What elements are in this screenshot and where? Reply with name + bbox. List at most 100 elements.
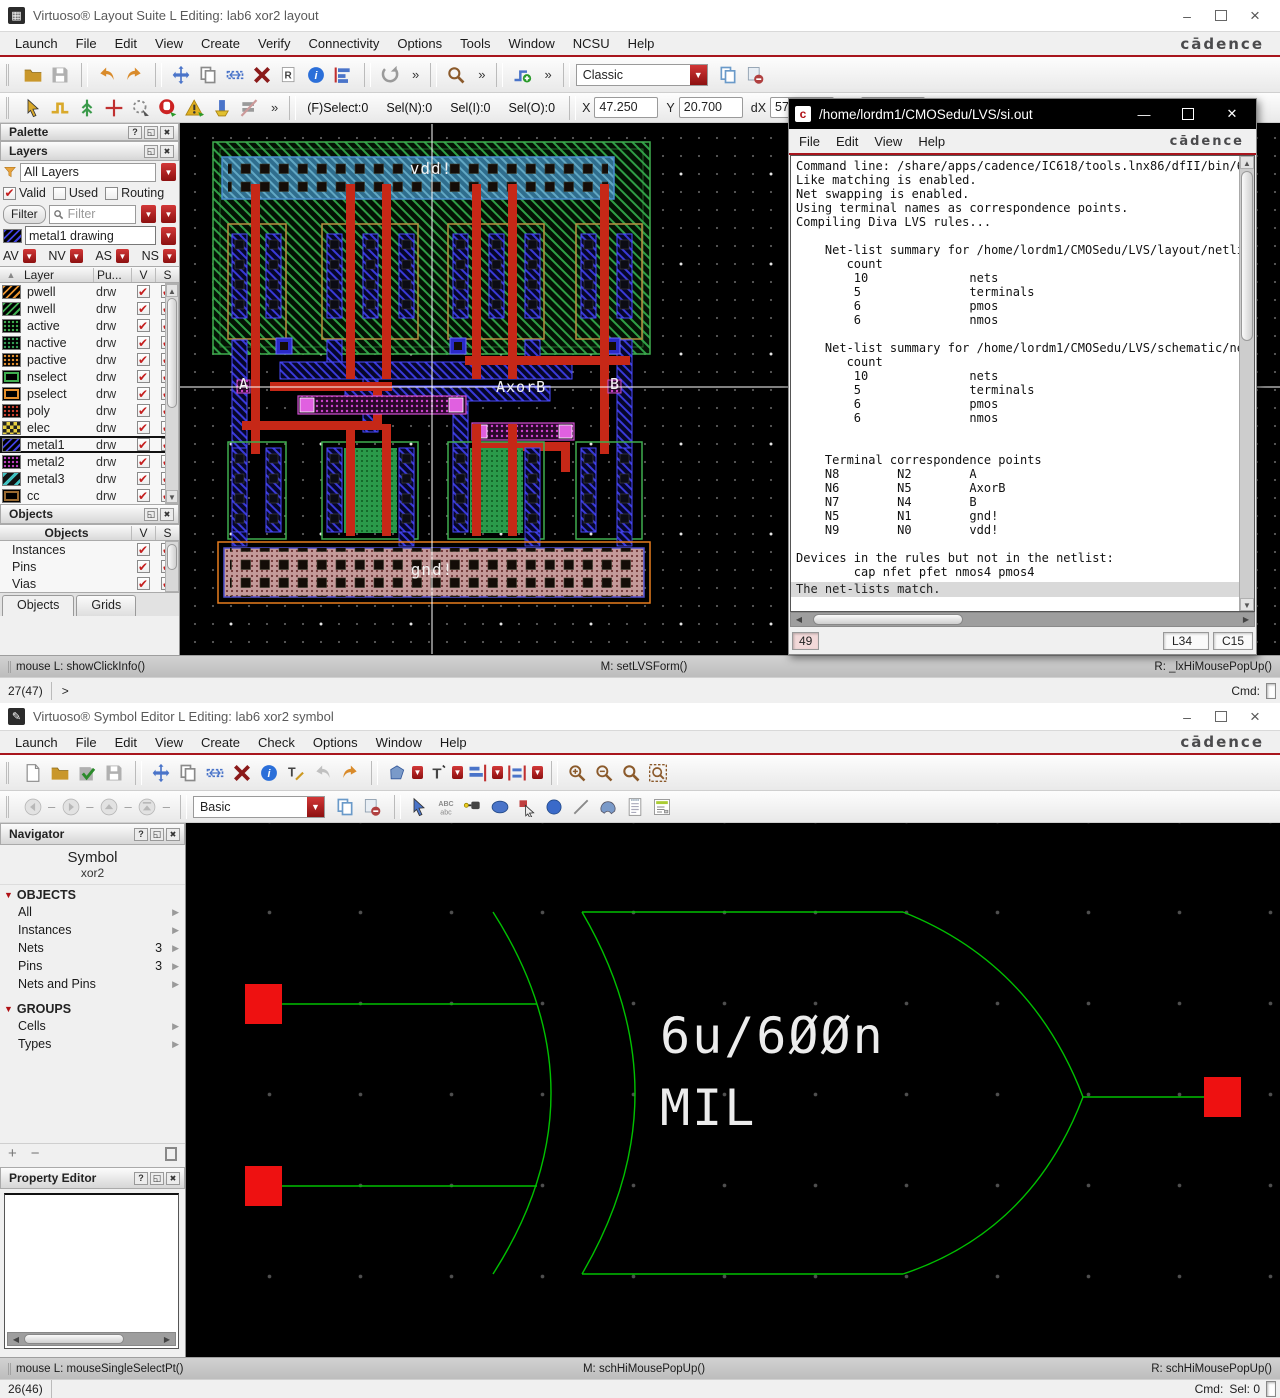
expand-icon[interactable]: [172, 979, 179, 990]
filter-search-input[interactable]: Filter: [49, 205, 136, 224]
layer-visible-checkbox[interactable]: [137, 489, 150, 502]
create-route-icon[interactable]: [508, 61, 535, 88]
close-panel-icon[interactable]: [160, 508, 174, 521]
minimize-button[interactable]: [1126, 102, 1162, 126]
combo-dropdown-icon[interactable]: [307, 797, 324, 817]
palette-header[interactable]: Palette: [0, 123, 179, 141]
layer-row[interactable]: pwell drw: [0, 283, 179, 300]
layer-row[interactable]: metal3 drw: [0, 470, 179, 487]
scroll-down-icon[interactable]: ▼: [1240, 598, 1254, 611]
text-tool-icon[interactable]: [423, 759, 450, 786]
arc-icon[interactable]: [595, 793, 622, 820]
menu-item[interactable]: Tools: [451, 34, 499, 53]
lvs-text-area[interactable]: Command line: /share/apps/cadence/IC618/…: [790, 155, 1255, 612]
expand-icon[interactable]: [172, 943, 179, 954]
close-panel-icon[interactable]: [166, 828, 180, 841]
pin-icon[interactable]: [460, 793, 487, 820]
circle-icon[interactable]: [541, 793, 568, 820]
zoom-tool-icon[interactable]: [442, 61, 469, 88]
filter-button[interactable]: Filter: [3, 205, 46, 224]
partial-select-icon[interactable]: [19, 94, 46, 121]
nav-top-icon[interactable]: [134, 793, 161, 820]
toolbar-grip[interactable]: [6, 64, 12, 86]
origin-icon[interactable]: [100, 94, 127, 121]
dropdown-icon[interactable]: [161, 205, 176, 223]
scroll-down-icon[interactable]: ▼: [166, 490, 178, 503]
stop-icon[interactable]: [154, 94, 181, 121]
toolbar-overflow-icon[interactable]: [265, 100, 284, 115]
info-icon[interactable]: [302, 61, 329, 88]
menu-item[interactable]: Help: [431, 733, 476, 752]
note-icon[interactable]: [622, 793, 649, 820]
zoom-in-icon[interactable]: [563, 759, 590, 786]
move-icon[interactable]: [167, 61, 194, 88]
scroll-up-icon[interactable]: ▲: [166, 284, 178, 297]
stretch-icon[interactable]: [201, 759, 228, 786]
scroll-right-icon[interactable]: ▶: [1238, 613, 1254, 626]
properties-icon[interactable]: [275, 61, 302, 88]
layer-row[interactable]: nwell drw: [0, 300, 179, 317]
move-icon[interactable]: [147, 759, 174, 786]
menu-item[interactable]: Edit: [106, 733, 146, 752]
navigator-item[interactable]: Nets and Pins: [0, 975, 185, 993]
navigator-header[interactable]: Navigator: [0, 823, 185, 845]
abc-case-icon[interactable]: [433, 793, 460, 820]
navigator-item[interactable]: Nets 3: [0, 939, 185, 957]
layer-row[interactable]: cc drw: [0, 487, 179, 504]
menu-item[interactable]: Edit: [828, 133, 866, 150]
layer-visible-checkbox[interactable]: [137, 336, 150, 349]
redo-icon[interactable]: [336, 759, 363, 786]
menu-item[interactable]: Launch: [6, 733, 67, 752]
expand-icon[interactable]: [172, 907, 179, 918]
float-panel-icon[interactable]: [144, 508, 158, 521]
info-icon[interactable]: [255, 759, 282, 786]
menu-item[interactable]: Options: [388, 34, 451, 53]
layer-visible-checkbox[interactable]: [137, 455, 150, 468]
toolbar-overflow-icon[interactable]: [472, 67, 491, 82]
dropdown-icon[interactable]: [23, 249, 36, 263]
maximize-button[interactable]: [1204, 706, 1238, 728]
wire-route-icon[interactable]: [46, 94, 73, 121]
workspace-combo[interactable]: Classic: [576, 64, 708, 86]
layer-row[interactable]: metal2 drw: [0, 453, 179, 470]
align-icon[interactable]: [329, 61, 356, 88]
scroll-right-icon[interactable]: ▶: [159, 1333, 175, 1346]
cli-prompt[interactable]: >: [52, 684, 79, 698]
label-icon[interactable]: [282, 759, 309, 786]
lvs-horizontal-scrollbar[interactable]: ◀ ▶: [790, 612, 1255, 627]
layer-visible-checkbox[interactable]: [137, 421, 150, 434]
dropdown-icon[interactable]: [116, 249, 129, 263]
snap-mode-combo[interactable]: Basic: [193, 796, 325, 818]
layer-mode-button[interactable]: NV: [48, 249, 65, 263]
cmd-input[interactable]: [1266, 1381, 1276, 1397]
menu-item[interactable]: Options: [304, 733, 367, 752]
scroll-left-icon[interactable]: ◀: [791, 613, 807, 626]
nav-forward-icon[interactable]: [57, 793, 84, 820]
menu-item[interactable]: Verify: [249, 34, 300, 53]
layer-row[interactable]: pselect drw: [0, 385, 179, 402]
expand-icon[interactable]: [172, 1021, 179, 1032]
layer-row[interactable]: metal1 drw: [0, 436, 179, 453]
combo-dropdown-icon[interactable]: [690, 65, 707, 85]
delete-view-icon[interactable]: [359, 793, 386, 820]
menu-item[interactable]: Help: [910, 133, 953, 150]
layer-row[interactable]: pactive drw: [0, 351, 179, 368]
objects-section-header[interactable]: OBJECTS: [0, 885, 185, 903]
navigator-item[interactable]: Cells: [0, 1017, 185, 1035]
layer-row[interactable]: nselect drw: [0, 368, 179, 385]
menu-item[interactable]: View: [146, 34, 192, 53]
menu-item[interactable]: Create: [192, 34, 249, 53]
dropdown-icon[interactable]: [161, 163, 176, 181]
toolbar-overflow-icon[interactable]: [538, 67, 557, 82]
check-save-icon[interactable]: [73, 759, 100, 786]
close-button[interactable]: [1214, 102, 1250, 126]
property-scrollbar[interactable]: ◀ ▶: [7, 1332, 176, 1346]
layer-visible-checkbox[interactable]: [137, 319, 150, 332]
layer-row[interactable]: poly drw: [0, 402, 179, 419]
menu-item[interactable]: Connectivity: [300, 34, 389, 53]
copy-icon[interactable]: [174, 759, 201, 786]
menu-item[interactable]: File: [791, 133, 828, 150]
remove-filter-button[interactable]: −: [31, 1145, 40, 1162]
property-editor-header[interactable]: Property Editor: [0, 1167, 185, 1189]
cmd-input[interactable]: [1266, 683, 1276, 699]
